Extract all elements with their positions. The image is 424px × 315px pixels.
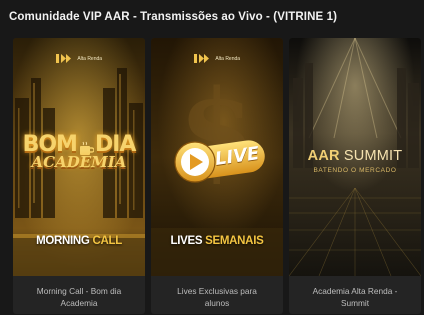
coffee-cup-icon [78,138,95,155]
logo-mark-icon [55,54,71,63]
course-card-summit[interactable]: AAR SUMMIT BATENDO O MERCADO Academia Al… [289,38,421,314]
bom-dia-artwork: BOM DIA ACADEMIA [13,132,145,171]
card-caption[interactable]: Morning Call - Bom dia Academia [13,286,145,309]
thumbnail-summit[interactable]: AAR SUMMIT BATENDO O MERCADO [289,38,421,276]
art-subtitle-academia: ACADEMIA [31,153,127,171]
logo-mark-icon [193,54,209,63]
summit-artwork: AAR SUMMIT BATENDO O MERCADO [289,148,421,174]
card-caption[interactable]: Academia Alta Renda - Summit [289,286,421,309]
course-card-morning-call[interactable]: Alta Renda BOM DIA ACADEMIA MORNING CALL … [13,38,145,314]
logo-text: Alta Renda [77,55,103,62]
art-subtitle-batendo: BATENDO O MERCADO [313,167,397,174]
art-title-summit: SUMMIT [343,148,403,164]
alta-renda-logo: Alta Renda [151,54,283,63]
thumbnail-title-lives-semanais: LIVES SEMANAIS [170,235,264,247]
art-title-aar: AAR [307,148,340,164]
course-card-lives-semanais[interactable]: $ Alta Renda LIVE LIVES SEMANAIS Lives E… [151,38,283,314]
alta-renda-logo: Alta Renda [13,54,145,63]
thumbnail-morning-call[interactable]: Alta Renda BOM DIA ACADEMIA MORNING CALL [13,38,145,276]
vitrine-section: Comunidade VIP AAR - Transmissões ao Viv… [0,0,424,315]
live-badge: LIVE [173,134,269,186]
logo-text: Alta Renda [215,55,241,62]
card-caption[interactable]: Lives Exclusivas para alunos [151,286,283,309]
section-title: Comunidade VIP AAR - Transmissões ao Viv… [9,11,337,23]
thumbnail-lives-semanais[interactable]: $ Alta Renda LIVE LIVES SEMANAIS [151,38,283,276]
thumbnail-title-morning-call: MORNING CALL [36,235,122,247]
